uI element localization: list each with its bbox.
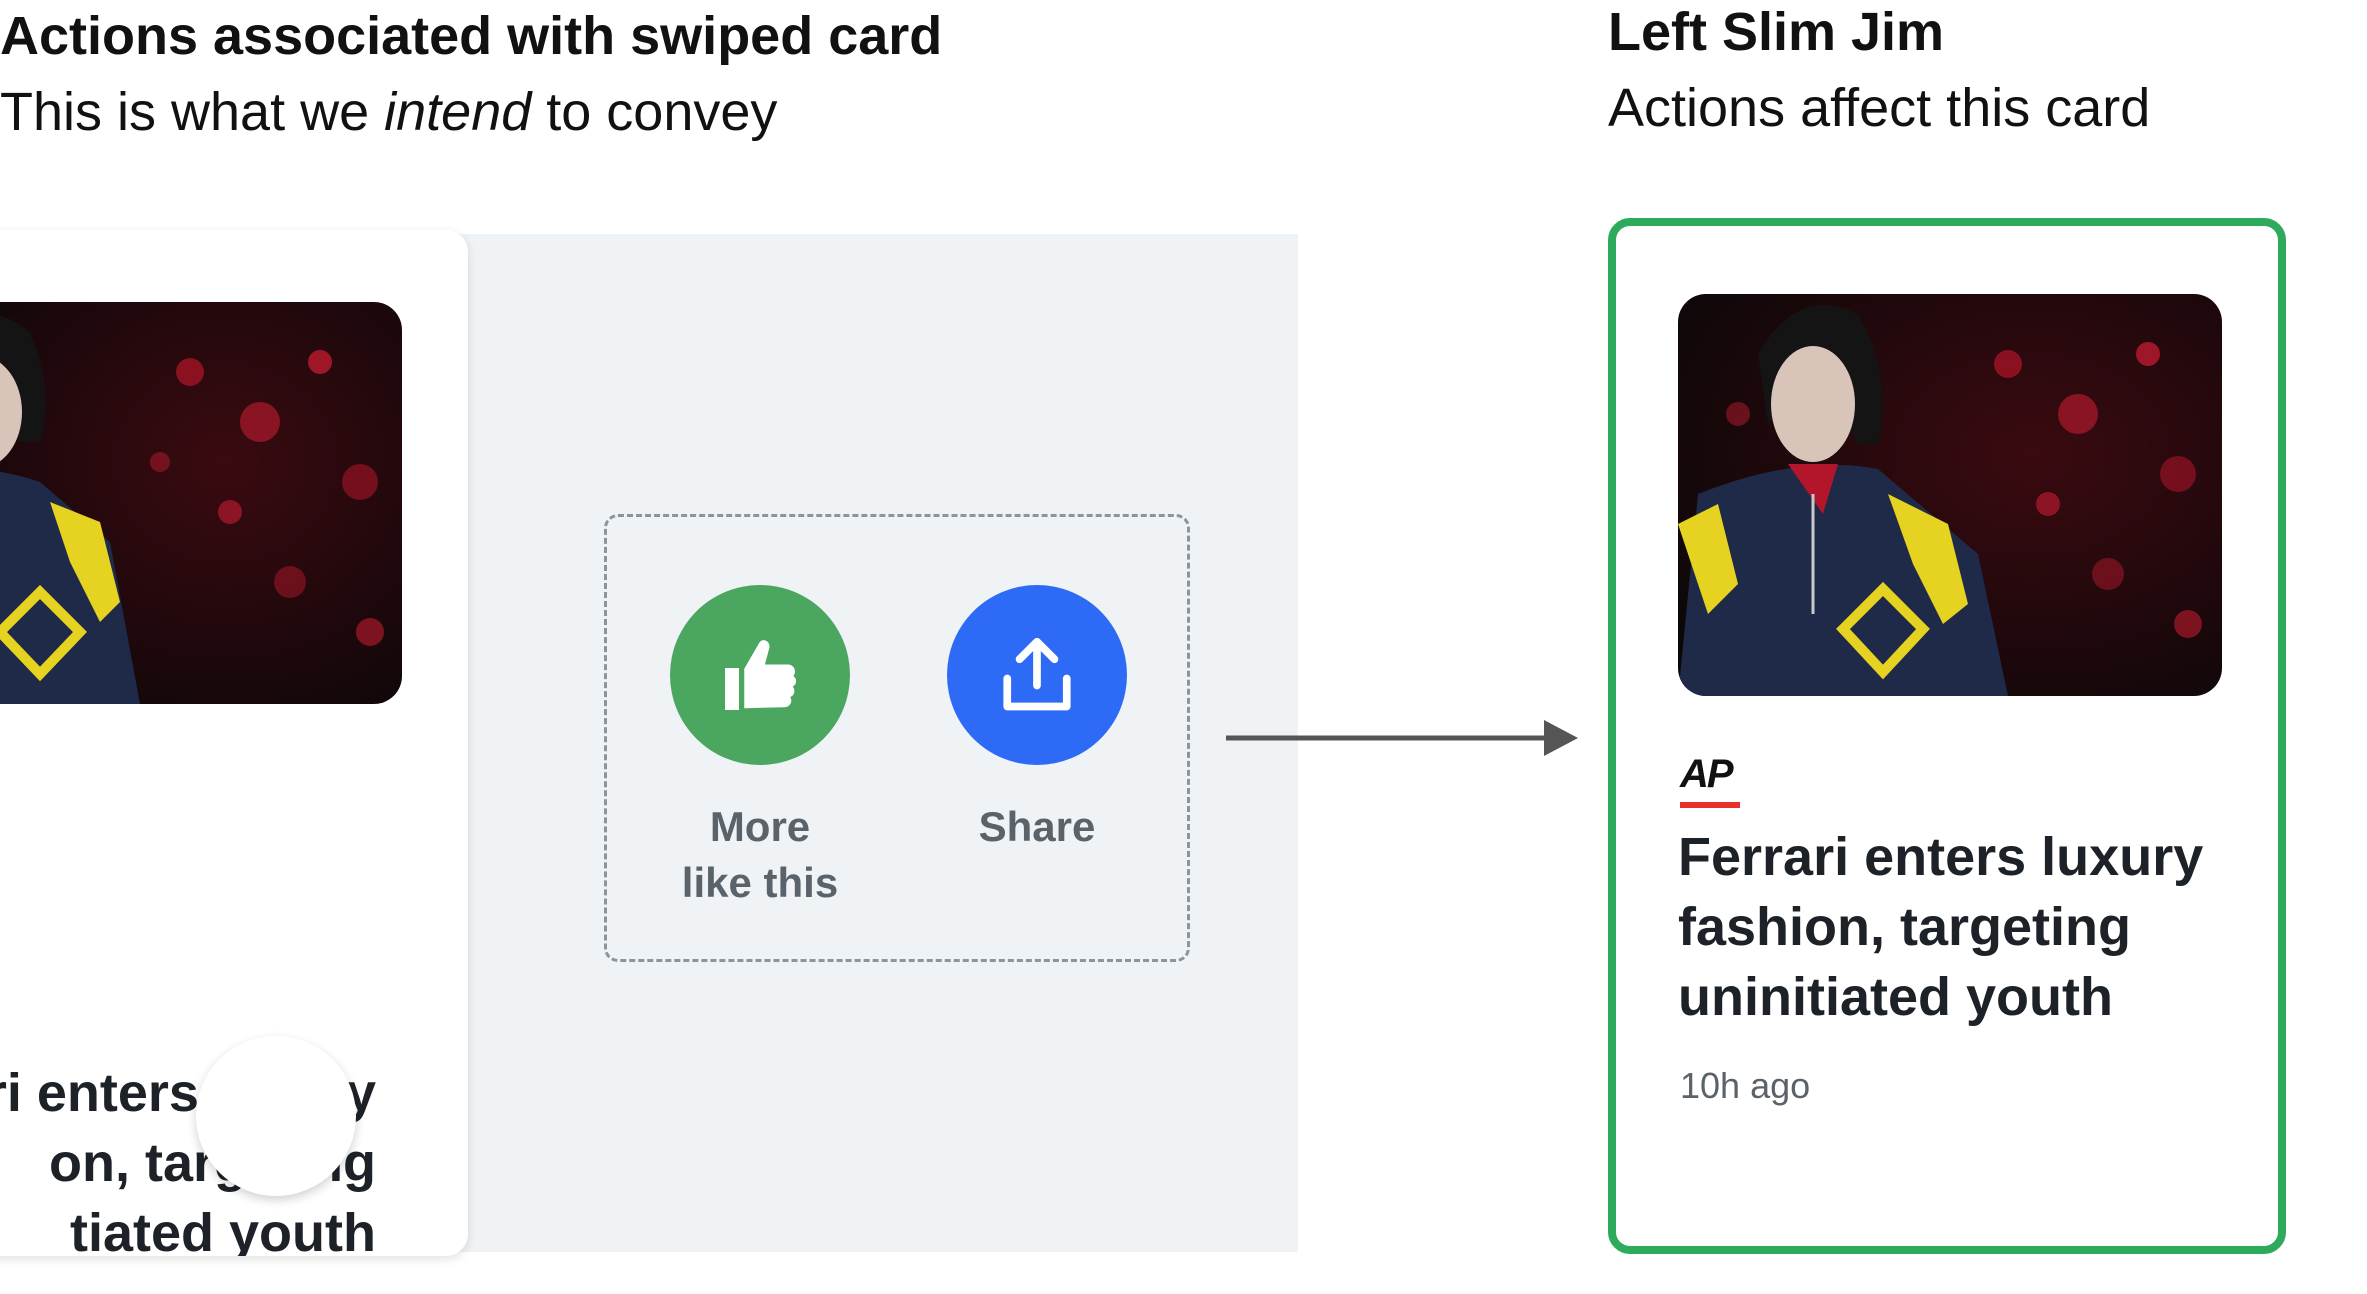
- share-label: Share: [978, 803, 1096, 850]
- touch-indicator: [196, 1036, 356, 1196]
- result-card-image: [1678, 294, 2222, 696]
- result-card-headline: Ferrari enters luxury fashion, targeting…: [1678, 827, 2204, 1027]
- thumbs-up-icon: [725, 640, 797, 710]
- share-action[interactable]: Share: [917, 585, 1157, 855]
- result-card[interactable]: AP Ferrari enters luxury fashion, target…: [1608, 218, 2286, 1254]
- publisher-name: AP: [1680, 752, 1734, 796]
- more-like-this-action[interactable]: More like this: [640, 585, 880, 911]
- fashion-photo-icon: [0, 302, 402, 704]
- right-heading-subtitle: Actions affect this card: [1608, 78, 2151, 138]
- right-heading: Left Slim Jim Actions affect this card: [1608, 2, 2150, 140]
- share-icon: [1003, 637, 1071, 711]
- swipe-actions-tray: More like this Share: [604, 514, 1190, 962]
- share-button[interactable]: [947, 585, 1127, 765]
- right-heading-title: Left Slim Jim: [1608, 2, 1945, 62]
- arrow-right-icon: [1226, 720, 1578, 756]
- left-heading-title: Actions associated with swiped card: [0, 6, 943, 66]
- subtitle-text-before: This is what we: [0, 82, 385, 142]
- left-heading: Actions associated with swiped card This…: [0, 6, 942, 144]
- subtitle-emphasis: intend: [384, 82, 532, 142]
- subtitle-text-after: to convey: [531, 82, 778, 142]
- fashion-photo-icon: [1678, 294, 2222, 696]
- publisher-underline: [1680, 802, 1740, 808]
- more-like-this-label: More like this: [681, 803, 839, 906]
- more-like-this-button[interactable]: [670, 585, 850, 765]
- publisher-logo: AP: [1680, 752, 1740, 808]
- left-heading-subtitle: This is what we intend to convey: [0, 80, 942, 144]
- result-card-timestamp: 10h ago: [1680, 1065, 1811, 1106]
- swiped-card-image: [0, 302, 402, 704]
